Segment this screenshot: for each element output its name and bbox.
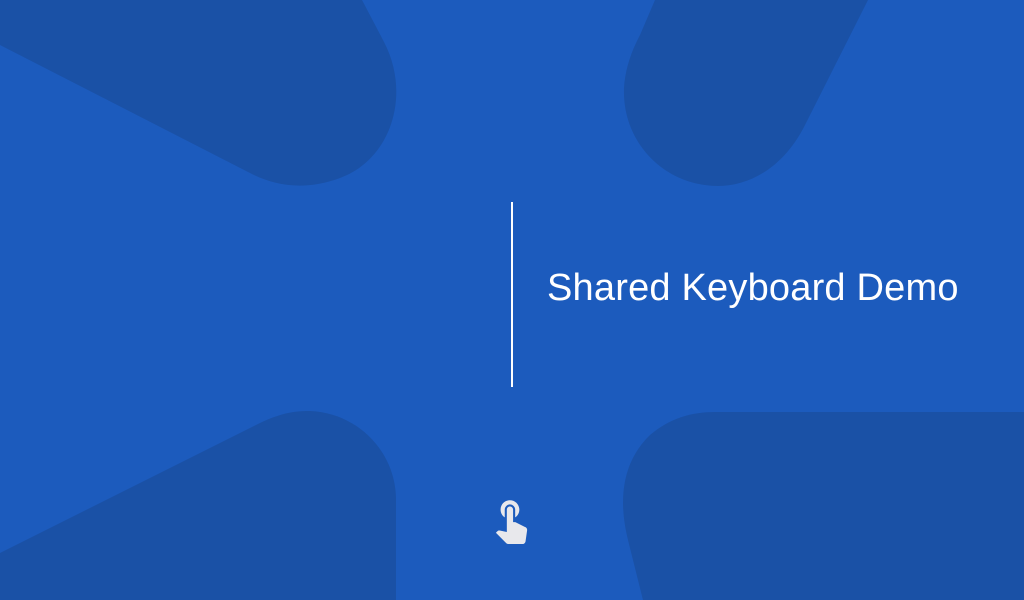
app-title: Shared Keyboard Demo xyxy=(547,267,959,309)
title-divider xyxy=(511,202,513,387)
shape-bottom-right xyxy=(623,412,1024,600)
splash-screen: Shared Keyboard Demo xyxy=(0,0,1024,600)
touch-app-icon xyxy=(495,500,528,544)
touch-to-start-button[interactable] xyxy=(480,488,542,550)
